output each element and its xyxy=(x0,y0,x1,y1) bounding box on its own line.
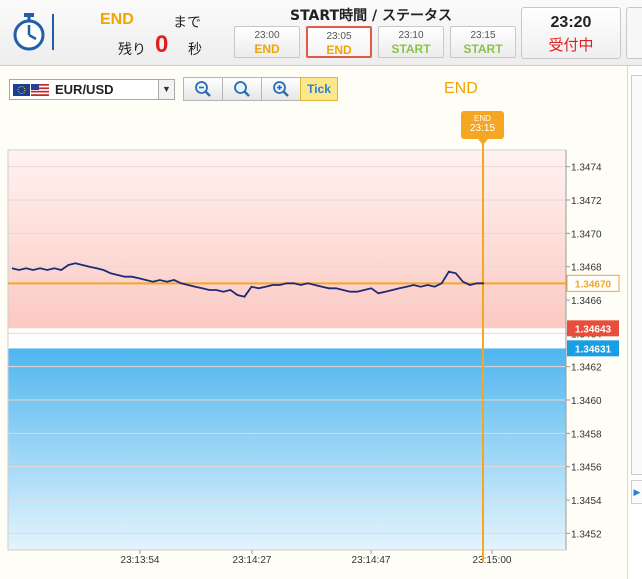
time-slot-2315[interactable]: 23:15 START xyxy=(450,26,516,58)
end-marker-pointer xyxy=(478,139,488,145)
round-status-label: END xyxy=(100,11,134,28)
remaining-label: 残り xyxy=(118,42,146,58)
price-chart: 1.34741.34721.34701.34681.34661.34641.34… xyxy=(7,144,620,566)
y-tick-label: 1.3470 xyxy=(571,229,602,240)
slot-time: 23:15 xyxy=(470,30,496,41)
slot-time: 23:00 xyxy=(254,30,280,41)
slot-status: END xyxy=(254,42,280,56)
y-tick-label: 1.3456 xyxy=(571,463,602,474)
current-round-button[interactable]: 23:20 受付中 xyxy=(521,7,621,59)
y-tick-label: 1.3472 xyxy=(571,196,602,207)
y-tick-label: 1.3460 xyxy=(571,396,602,407)
slot-status: END xyxy=(326,43,352,57)
slot-status: START xyxy=(391,42,431,56)
x-tick-label: 23:13:54 xyxy=(121,555,160,566)
y-tick-label: 1.3458 xyxy=(571,429,602,440)
up-line-badge: 1.34631 xyxy=(575,344,612,355)
y-tick-label: 1.3466 xyxy=(571,296,602,307)
seconds-unit: 秒 xyxy=(188,42,202,58)
down-line-badge: 1.34643 xyxy=(575,324,612,335)
y-tick-label: 1.3474 xyxy=(571,163,602,174)
x-tick-label: 23:14:27 xyxy=(233,555,272,566)
slot-time: 23:10 xyxy=(398,30,424,41)
side-panel-edge xyxy=(631,75,642,475)
end-time-marker: END 23:15 xyxy=(461,111,504,139)
y-tick-label: 1.3454 xyxy=(571,496,602,507)
next-panel-edge xyxy=(626,7,642,59)
slot-time: 23:05 xyxy=(326,31,352,42)
until-label: まで xyxy=(173,15,201,31)
stopwatch-icon xyxy=(13,13,45,51)
current-price-badge: 1.34670 xyxy=(575,279,612,290)
y-tick-label: 1.3462 xyxy=(571,363,602,374)
round-status: 受付中 xyxy=(548,36,594,54)
divider xyxy=(52,14,54,50)
x-tick-label: 23:14:47 xyxy=(352,555,391,566)
time-slot-2310[interactable]: 23:10 START xyxy=(378,26,444,58)
y-tick-label: 1.3468 xyxy=(571,263,602,274)
time-slot-2300[interactable]: 23:00 END xyxy=(234,26,300,58)
x-tick-label: 23:15:00 xyxy=(473,555,512,566)
chart-panel: EUR/USD ▼ Tick END 1.3474 1.3472 1.3470 … xyxy=(0,66,628,579)
start-time-status-heading: START時間 / ステータス xyxy=(290,8,452,24)
end-marker-time: 23:15 xyxy=(469,123,496,134)
end-marker-label: END xyxy=(474,114,491,123)
side-expand-icon[interactable]: ▶ xyxy=(631,480,642,504)
status-bar: END まで 残り 0 秒 START時間 / ステータス 23:00 END … xyxy=(0,0,642,66)
y-tick-label: 1.3452 xyxy=(571,529,602,540)
round-time: 23:20 xyxy=(550,14,592,31)
slot-status: START xyxy=(463,42,503,56)
countdown-seconds: 0 xyxy=(155,31,169,58)
time-slot-2305[interactable]: 23:05 END xyxy=(306,26,372,58)
